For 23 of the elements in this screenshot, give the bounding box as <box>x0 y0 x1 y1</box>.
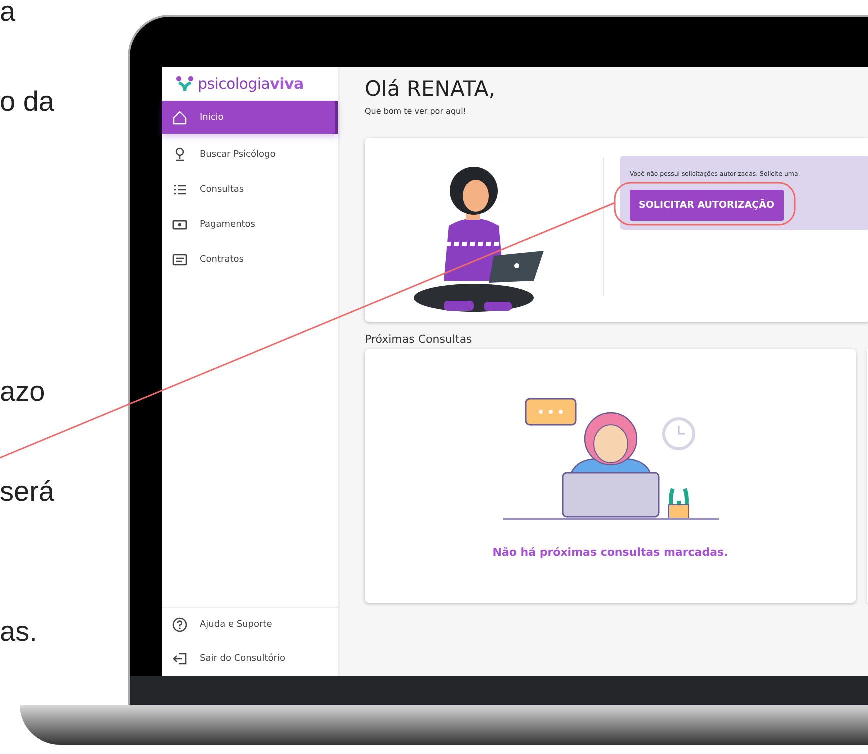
sidebar-item[interactable]: Buscar Psicólogo <box>162 137 338 172</box>
empty-message: Não há próximas consultas marcadas. <box>492 546 728 559</box>
slide-text: as. <box>0 616 38 648</box>
request-authorization-button[interactable]: SOLICITAR AUTORIZAÇÃO <box>630 190 784 221</box>
slide-text: será <box>0 476 56 508</box>
sidebar-item[interactable]: Ajuda e Suporte <box>162 608 338 642</box>
section-title: Próximas Consultas <box>365 333 474 346</box>
help-icon <box>172 617 188 633</box>
home-icon <box>172 110 188 126</box>
greeting-subtitle: Que bom te ver por aqui! <box>365 107 468 116</box>
logo-icon <box>176 76 194 92</box>
logo-text: psicologiaviva <box>198 75 304 93</box>
sidebar-item[interactable]: Sair do Consultório <box>162 642 338 676</box>
sidebar-item[interactable]: Consultas <box>162 172 338 207</box>
greeting-title: Olá RENATA, <box>365 77 496 101</box>
slide-text: azo <box>0 376 46 408</box>
logout-icon <box>172 651 188 667</box>
sidebar-item[interactable]: Contratos <box>162 242 338 277</box>
slide-text: a <box>0 0 17 28</box>
document-icon <box>172 252 188 268</box>
slide-text: o da <box>0 86 56 118</box>
sidebar-item[interactable]: Inicio <box>162 101 338 134</box>
sidebar-item[interactable]: Pagamentos <box>162 207 338 242</box>
